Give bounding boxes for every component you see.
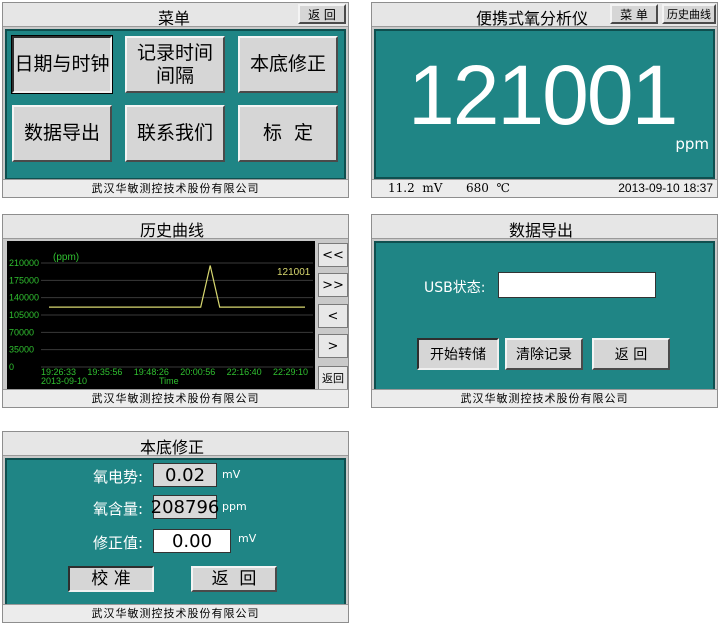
analyzer-menu-button[interactable]: 菜 单 — [610, 4, 658, 24]
menu-title: 菜单 — [158, 9, 191, 28]
menu-panel: 菜单 返 回 日期与时钟 记录时间间隔 本底修正 数据导出 联系我们 标 定 武… — [2, 2, 349, 198]
chart-date-label: 2013-09-10 — [41, 376, 87, 386]
data-export-button[interactable]: 数据导出 — [12, 105, 112, 162]
chart-y-tick-label: 210000 — [9, 258, 39, 268]
menu-titlebar: 菜单 返 回 — [3, 3, 348, 28]
analyzer-title: 便携式氧分析仪 — [476, 9, 589, 28]
export-area: USB状态: 开始转储 清除记录 返 回 — [374, 241, 715, 391]
status-datetime: 2013-09-10 18:37 — [618, 181, 713, 195]
chart-current-value: 121001 — [277, 267, 311, 278]
correction-area: 氧电势: 0.02 mV 氧含量: 208796 ppm 修正值: 0.00 m… — [5, 458, 346, 606]
history-footer: 武汉华敏测控技术股份有限公司 — [3, 389, 348, 407]
history-chart: 21000017500014000010500070000350000 19:2… — [7, 241, 315, 389]
chart-y-tick-label: 70000 — [9, 327, 34, 337]
scroll-first-button[interactable]: << — [318, 243, 348, 267]
correction-footer: 武汉华敏测控技术股份有限公司 — [3, 604, 348, 622]
menu-area: 日期与时钟 记录时间间隔 本底修正 数据导出 联系我们 标 定 — [5, 29, 346, 180]
export-panel: 数据导出 USB状态: 开始转储 清除记录 返 回 武汉华敏测控技术股份有限公司 — [371, 214, 718, 408]
correction-title: 本底修正 — [140, 438, 205, 457]
oxygen-emf-unit: mV — [222, 468, 241, 481]
chart-y-tick-label: 140000 — [9, 293, 39, 303]
status-temperature: 680 ℃ — [466, 181, 510, 195]
scroll-prev-button[interactable]: < — [318, 304, 348, 328]
status-bar: 11.2 mV 680 ℃ 2013-09-10 18:37 — [372, 179, 717, 197]
date-clock-button[interactable]: 日期与时钟 — [11, 35, 113, 94]
chart-y-tick-label: 105000 — [9, 310, 39, 320]
chart-series-line — [49, 265, 305, 308]
chart-y-tick-label: 35000 — [9, 345, 34, 355]
chart-x-tick-label: 22:29:10 — [273, 367, 308, 377]
history-titlebar: 历史曲线 — [3, 215, 348, 240]
contact-us-button[interactable]: 联系我们 — [125, 105, 225, 162]
oxygen-emf-label: 氧电势: — [93, 468, 144, 486]
oxygen-content-unit: ppm — [222, 500, 247, 513]
chart-y-ticks: 210000 175000 140000 105000 70000 35000 0 — [9, 258, 39, 372]
usb-status-label: USB状态: — [424, 280, 486, 296]
chart-grid — [41, 262, 313, 368]
correction-value-unit: mV — [238, 532, 257, 545]
oxygen-content-label: 氧含量: — [93, 500, 144, 518]
correction-panel: 本底修正 氧电势: 0.02 mV 氧含量: 208796 ppm 修正值: 0… — [2, 431, 349, 623]
export-titlebar: 数据导出 — [372, 215, 717, 240]
chart-x-tick-label: 19:35:56 — [87, 367, 122, 377]
chart-x-tick-label: 22:16:40 — [227, 367, 262, 377]
chart-ylabel: (ppm) — [53, 252, 79, 263]
scroll-next-button[interactable]: > — [318, 334, 348, 358]
menu-back-button[interactable]: 返 回 — [298, 4, 346, 24]
history-back-button[interactable]: 返回 — [318, 366, 348, 390]
history-curve-button[interactable]: 历史曲线 — [662, 4, 716, 24]
record-interval-button[interactable]: 记录时间间隔 — [125, 36, 225, 93]
status-voltage: 11.2 mV — [388, 181, 443, 195]
reading-area: 121001 ppm — [374, 29, 715, 179]
history-panel: 历史曲线 210000 175000 140000 105000 70000 35000 0… — [2, 214, 349, 408]
correction-titlebar: 本底修正 — [3, 432, 348, 457]
calibrate-button[interactable]: 标 定 — [238, 105, 338, 162]
start-dump-button[interactable]: 开始转储 — [417, 338, 499, 370]
analyzer-panel: 便携式氧分析仪 菜 单 历史曲线 121001 ppm 11.2 mV 680 … — [371, 2, 718, 198]
oxygen-content-value: 208796 — [150, 495, 220, 519]
usb-status-field — [498, 272, 656, 298]
export-title: 数据导出 — [509, 221, 574, 240]
chart-y-tick-label: 0 — [9, 362, 14, 372]
chart-y-tick-label: 175000 — [9, 275, 39, 285]
clear-records-button[interactable]: 清除记录 — [505, 338, 583, 370]
menu-footer: 武汉华敏测控技术股份有限公司 — [3, 179, 348, 197]
export-back-button[interactable]: 返 回 — [592, 338, 670, 370]
oxygen-emf-value: 0.02 — [153, 463, 217, 487]
history-title: 历史曲线 — [140, 221, 205, 240]
scroll-last-button[interactable]: >> — [318, 273, 348, 297]
analyzer-titlebar: 便携式氧分析仪 菜 单 历史曲线 — [372, 3, 717, 28]
correction-value-input[interactable]: 0.00 — [153, 529, 231, 553]
export-footer: 武汉华敏测控技术股份有限公司 — [372, 389, 717, 407]
oxygen-reading: 121001 — [408, 48, 678, 142]
background-correction-button[interactable]: 本底修正 — [238, 36, 338, 93]
chart-x-tick-label: 20:00:56 — [180, 367, 215, 377]
correction-back-button[interactable]: 返 回 — [191, 566, 277, 592]
reading-unit: ppm — [675, 135, 709, 153]
chart-xlabel: Time — [159, 376, 179, 386]
correction-value-label: 修正值: — [93, 534, 144, 552]
calibrate-confirm-button[interactable]: 校 准 — [68, 566, 154, 592]
